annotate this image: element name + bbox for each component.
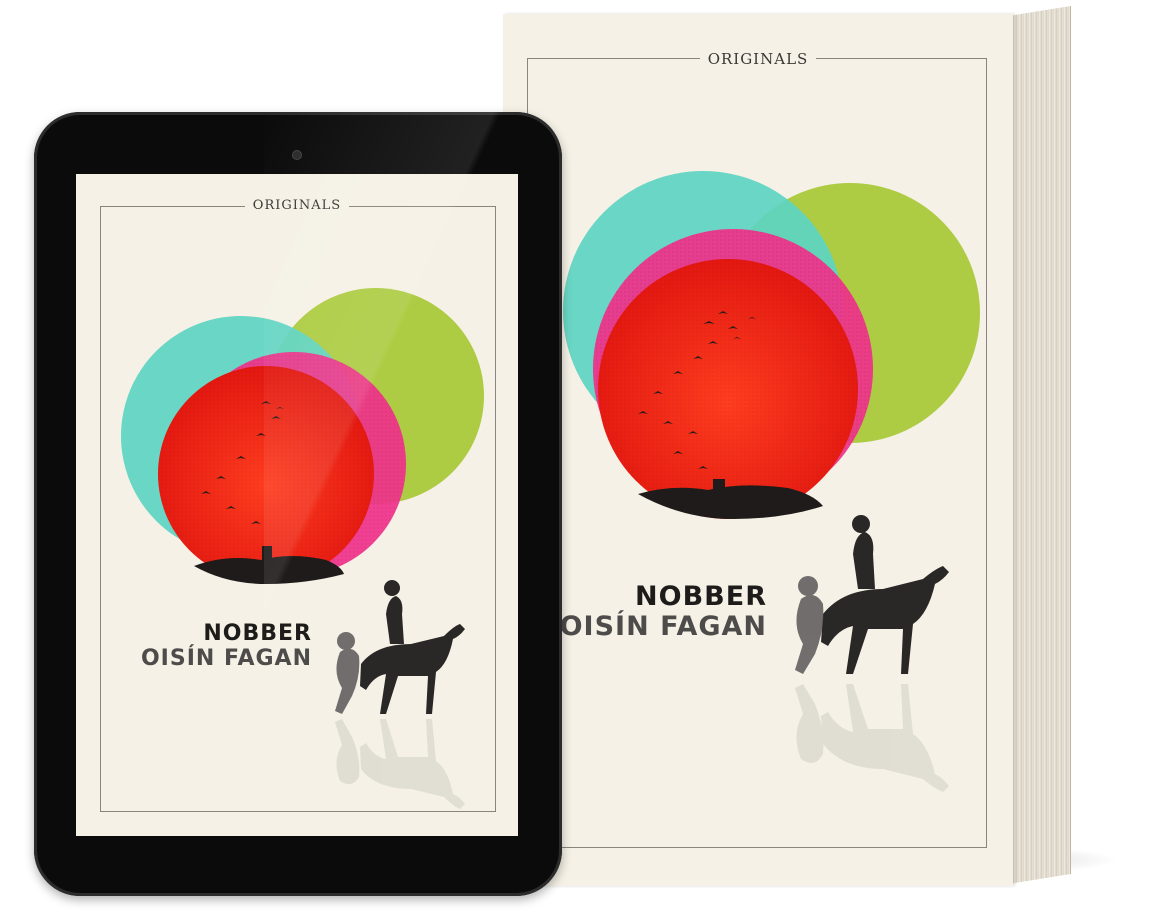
tablet-device: ORIGINALS <box>34 112 562 896</box>
grass-silhouette <box>638 485 823 519</box>
cover-artwork <box>563 171 980 792</box>
book-author: OISÍN FAGAN <box>559 611 767 643</box>
cover-title-block: NOBBER OISÍN FAGAN <box>559 581 767 643</box>
book-cover: ORIGINALS NOBBER OISÍN FAGAN <box>503 14 1013 886</box>
book-page-edges <box>1008 6 1071 884</box>
tablet-glare <box>264 112 562 896</box>
companion-figure <box>795 576 824 674</box>
horse-rider-icon <box>821 515 949 674</box>
book-title: NOBBER <box>635 581 767 612</box>
